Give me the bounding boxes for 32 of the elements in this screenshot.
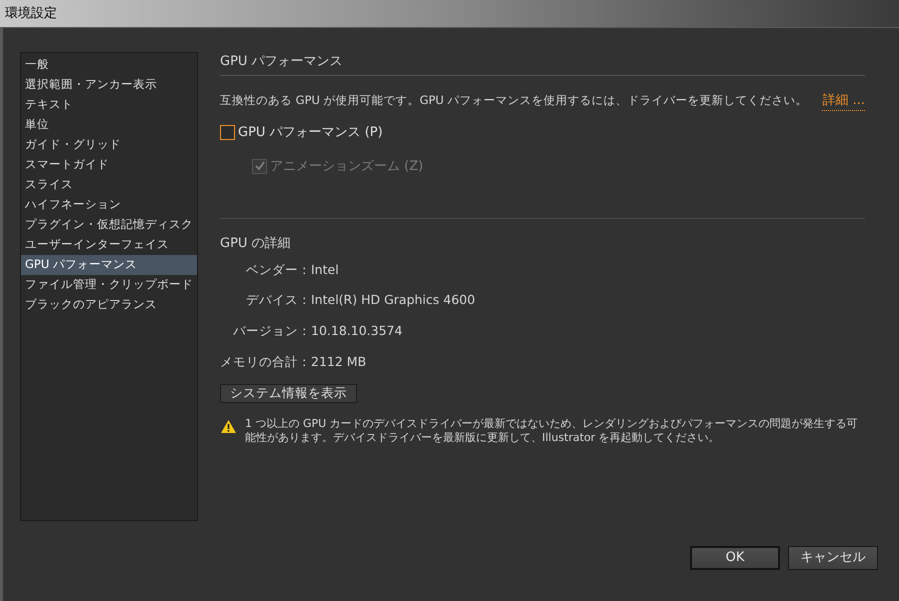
category-item[interactable]: ガイド・グリッド — [21, 135, 197, 155]
notice-text: 互換性のある GPU が使用可能です。GPU パフォーマンスを使用するには、ドライバーを更新してください。 — [220, 92, 808, 110]
dialog-button[interactable]: OK — [690, 546, 780, 570]
system-info-button[interactable]: システム情報を表示 — [220, 384, 357, 402]
category-item[interactable]: 単位 — [21, 115, 197, 135]
category-item[interactable]: スマートガイド — [21, 155, 197, 175]
detail-value: 2112 MB — [311, 352, 368, 371]
detail-label: メモリの合計： — [220, 352, 311, 371]
category-item[interactable]: ユーザーインターフェイス — [21, 235, 197, 255]
detail-value: Intel — [311, 260, 340, 278]
detail-value: Intel(R) HD Graphics 4600 — [311, 291, 476, 310]
window-title: 環境設定 — [5, 4, 57, 23]
details-link[interactable]: 詳細 ... — [822, 90, 865, 111]
section-title: GPU パフォーマンス — [220, 54, 343, 69]
category-item[interactable]: ブラックのアピアランス — [21, 295, 197, 315]
dialog-button[interactable]: キャンセル — [788, 546, 878, 570]
category-item[interactable]: 選択範囲・アンカー表示 — [21, 75, 197, 95]
category-item[interactable]: ファイル管理・クリップボード — [21, 275, 197, 295]
details-title: GPU の詳細 — [220, 235, 292, 253]
category-item[interactable]: 一般 — [21, 55, 197, 75]
detail-label: バージョン： — [232, 322, 311, 340]
detail-label: ベンダー： — [245, 260, 311, 278]
category-item[interactable]: テキスト — [21, 95, 197, 115]
warning-icon — [220, 419, 237, 434]
detail-value: 10.18.10.3574 — [311, 322, 404, 340]
detail-label: デバイス： — [245, 291, 311, 310]
category-item[interactable]: プラグイン・仮想記憶ディスク — [21, 215, 197, 235]
warning-text: 1 つ以上の GPU カードのデバイスドライバーが最新ではないため、レンダリングおよびパフォーマンスの問題が発生する可能性があります。デバイスドライバーを最新版に更新して、Illustrator を再起動してください。 — [245, 417, 859, 446]
category-item[interactable]: スライス — [21, 175, 197, 195]
category-item[interactable]: ハイフネーション — [21, 195, 197, 215]
category-item[interactable]: GPU パフォーマンス — [21, 255, 197, 275]
checkbox-label[interactable]: GPU パフォーマンス (P) — [238, 123, 383, 142]
